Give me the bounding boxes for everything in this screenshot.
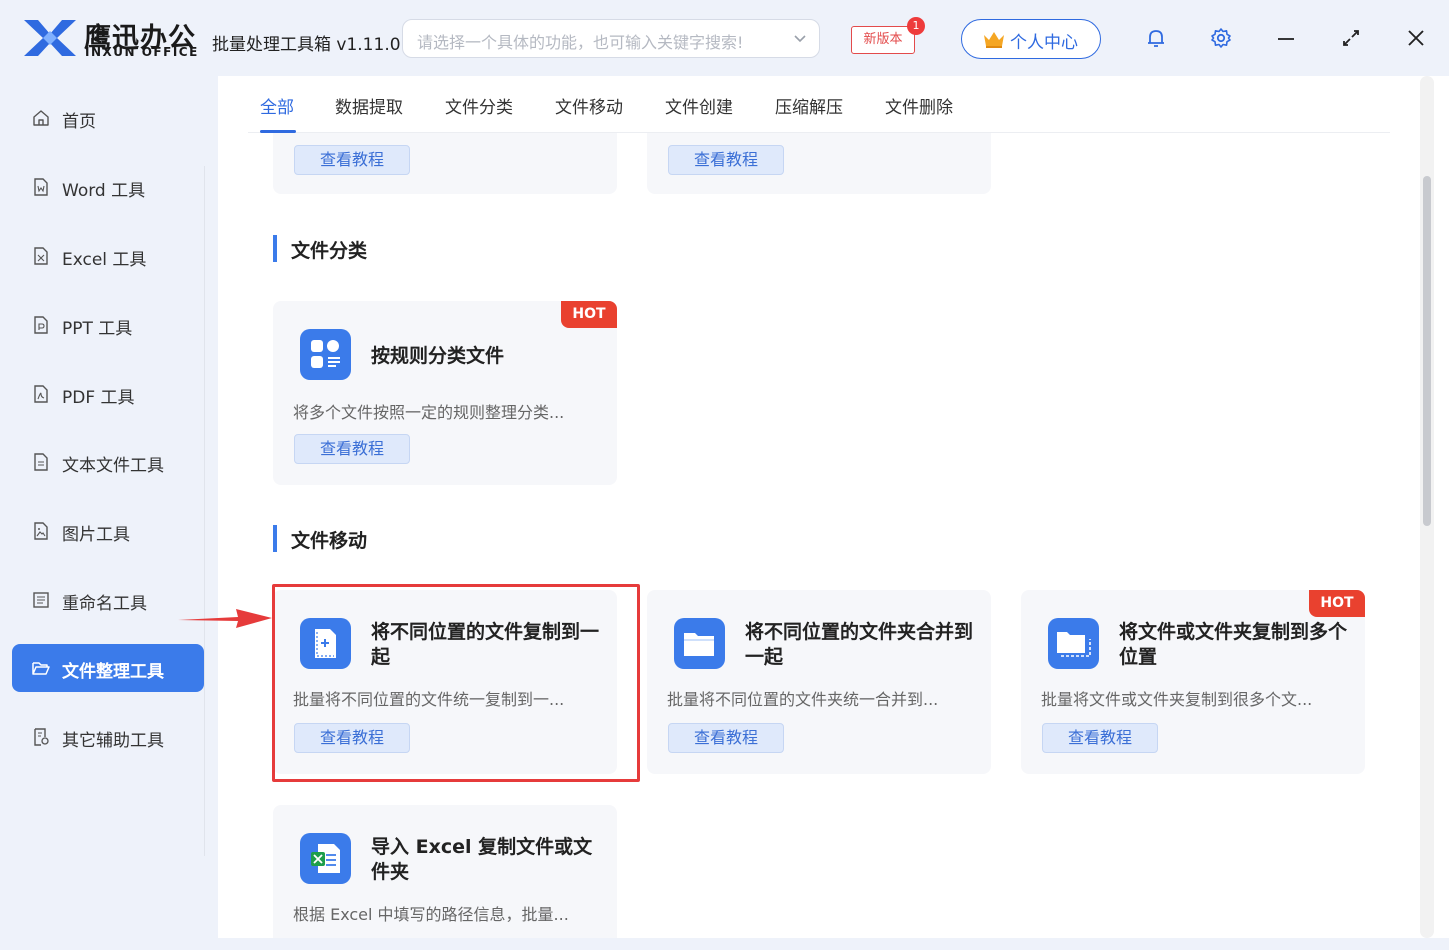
card-description: 根据 Excel 中填写的路径信息，批量...: [293, 905, 569, 924]
tab-file-move[interactable]: 文件移动: [555, 93, 623, 118]
card-description: 批量将文件或文件夹复制到很多个文...: [1041, 690, 1313, 709]
sidebar-item-label: PDF 工具: [62, 388, 135, 408]
sidebar-item-label: PPT 工具: [62, 319, 133, 339]
view-tutorial-button[interactable]: 查看教程: [668, 723, 784, 753]
rename-icon: [33, 592, 49, 608]
scrollbar[interactable]: [1420, 76, 1434, 938]
section-title-move: 文件移动: [273, 525, 367, 553]
new-version-button[interactable]: 新版本: [851, 26, 915, 54]
title-bar: 鹰迅办公 INXUN OFFICE 批量处理工具箱 v1.11.0 请选择一个具…: [0, 0, 1449, 76]
tab-compress[interactable]: 压缩解压: [775, 93, 843, 118]
pdf-doc-icon: [34, 385, 48, 403]
active-tab-indicator: [260, 130, 296, 133]
sidebar-item-pdf[interactable]: PDF 工具: [12, 370, 204, 418]
sidebar: 首页 Word 工具 Excel 工具 PPT 工具 PDF 工具 文本文件工具…: [0, 76, 206, 950]
sidebar-item-word[interactable]: Word 工具: [12, 163, 204, 211]
highlight-box: [272, 584, 640, 782]
card-title: 将文件或文件夹复制到多个位置: [1119, 621, 1348, 668]
card-description: 将多个文件按照一定的规则整理分类...: [293, 403, 565, 422]
main-panel: 全部 数据提取 文件分类 文件移动 文件创建 压缩解压 文件删除 查看教程 查看…: [218, 76, 1449, 938]
text-doc-icon: [34, 453, 48, 471]
card-description: 批量将不同位置的文件夹统一合并到...: [667, 690, 939, 709]
view-tutorial-button[interactable]: 查看教程: [294, 145, 410, 175]
bell-icon[interactable]: [1144, 26, 1168, 50]
sidebar-item-label: 首页: [62, 112, 96, 132]
tool-card-copy-to-multiple[interactable]: HOT 将文件或文件夹复制到多个位置 批量将文件或文件夹复制到很多个文... 查…: [1021, 590, 1365, 774]
tool-card-classify-by-rule[interactable]: HOT 按规则分类文件 将多个文件按照一定的规则整理分类... 查看教程: [273, 301, 617, 485]
sidebar-item-label: 重命名工具: [62, 594, 147, 614]
tab-all[interactable]: 全部: [260, 93, 294, 118]
image-doc-icon: [34, 522, 48, 540]
sidebar-item-text[interactable]: 文本文件工具: [12, 438, 204, 486]
sidebar-item-image[interactable]: 图片工具: [12, 507, 204, 555]
view-tutorial-button[interactable]: 查看教程: [1042, 723, 1158, 753]
gear-icon[interactable]: [1209, 26, 1233, 50]
maximize-icon[interactable]: [1339, 26, 1363, 50]
view-tutorial-button[interactable]: 查看教程: [668, 145, 784, 175]
view-tutorial-button[interactable]: 查看教程: [294, 434, 410, 464]
new-version-badge: 1: [907, 17, 925, 35]
card-title: 将不同位置的文件夹合并到一起: [745, 621, 974, 668]
ppt-doc-icon: [34, 316, 48, 334]
tool-card-merge-folders[interactable]: 将不同位置的文件夹合并到一起 批量将不同位置的文件夹统一合并到... 查看教程: [647, 590, 991, 774]
sidebar-item-rename[interactable]: 重命名工具: [12, 576, 204, 624]
sidebar-item-misc[interactable]: 其它辅助工具: [12, 713, 204, 761]
card-title: 按规则分类文件: [371, 345, 505, 367]
sidebar-divider: [204, 166, 205, 856]
excel-import-icon: [300, 833, 351, 884]
scrollbar-thumb[interactable]: [1423, 176, 1431, 526]
tab-file-create[interactable]: 文件创建: [665, 93, 733, 118]
search-placeholder: 请选择一个具体的功能，也可输入关键字搜索!: [417, 33, 744, 52]
word-doc-icon: [34, 178, 48, 196]
sidebar-item-ppt[interactable]: PPT 工具: [12, 301, 204, 349]
tab-file-classify[interactable]: 文件分类: [445, 93, 513, 118]
sidebar-item-label: Word 工具: [62, 181, 146, 201]
sidebar-item-label: 文本文件工具: [62, 456, 164, 476]
logo-icon: [24, 20, 76, 56]
hot-badge: HOT: [561, 301, 617, 328]
hot-badge: HOT: [1309, 590, 1365, 617]
profile-button[interactable]: 个人中心: [961, 19, 1101, 59]
tool-card-excel-import-copy[interactable]: 导入 Excel 复制文件或文件夹 根据 Excel 中填写的路径信息，批量..…: [273, 805, 617, 938]
close-icon[interactable]: [1404, 26, 1428, 50]
sidebar-item-label: 图片工具: [62, 525, 130, 545]
category-tabs: 全部 数据提取 文件分类 文件移动 文件创建 压缩解压 文件删除: [248, 76, 1390, 133]
sidebar-item-home[interactable]: 首页: [12, 94, 204, 142]
card-title: 导入 Excel 复制文件或文件夹: [371, 836, 593, 883]
folder-open-icon: [32, 662, 50, 675]
search-input[interactable]: 请选择一个具体的功能，也可输入关键字搜索!: [402, 19, 820, 58]
folder-merge-icon: [674, 618, 725, 669]
sidebar-item-label: 其它辅助工具: [62, 731, 164, 751]
sidebar-item-excel[interactable]: Excel 工具: [12, 232, 204, 280]
sidebar-item-label: 文件整理工具: [62, 662, 164, 682]
classify-icon: [300, 329, 351, 380]
sidebar-item-label: Excel 工具: [62, 250, 147, 270]
sidebar-item-file-organize[interactable]: 文件整理工具: [12, 644, 204, 692]
home-icon: [33, 110, 49, 126]
folder-multi-icon: [1048, 618, 1099, 669]
excel-doc-icon: [34, 247, 48, 265]
crown-icon: [984, 32, 1004, 48]
tab-data-extract[interactable]: 数据提取: [335, 93, 403, 118]
profile-label: 个人中心: [1010, 33, 1078, 53]
pointer-arrow-icon: [178, 609, 272, 628]
misc-tool-icon: [34, 728, 49, 746]
section-title-classify: 文件分类: [273, 235, 367, 263]
logo-subtext: INXUN OFFICE: [85, 45, 199, 59]
chevron-down-icon: [794, 35, 806, 43]
app-title: 批量处理工具箱 v1.11.0: [212, 35, 401, 55]
minimize-icon[interactable]: [1274, 26, 1298, 50]
tab-file-delete[interactable]: 文件删除: [885, 93, 953, 118]
